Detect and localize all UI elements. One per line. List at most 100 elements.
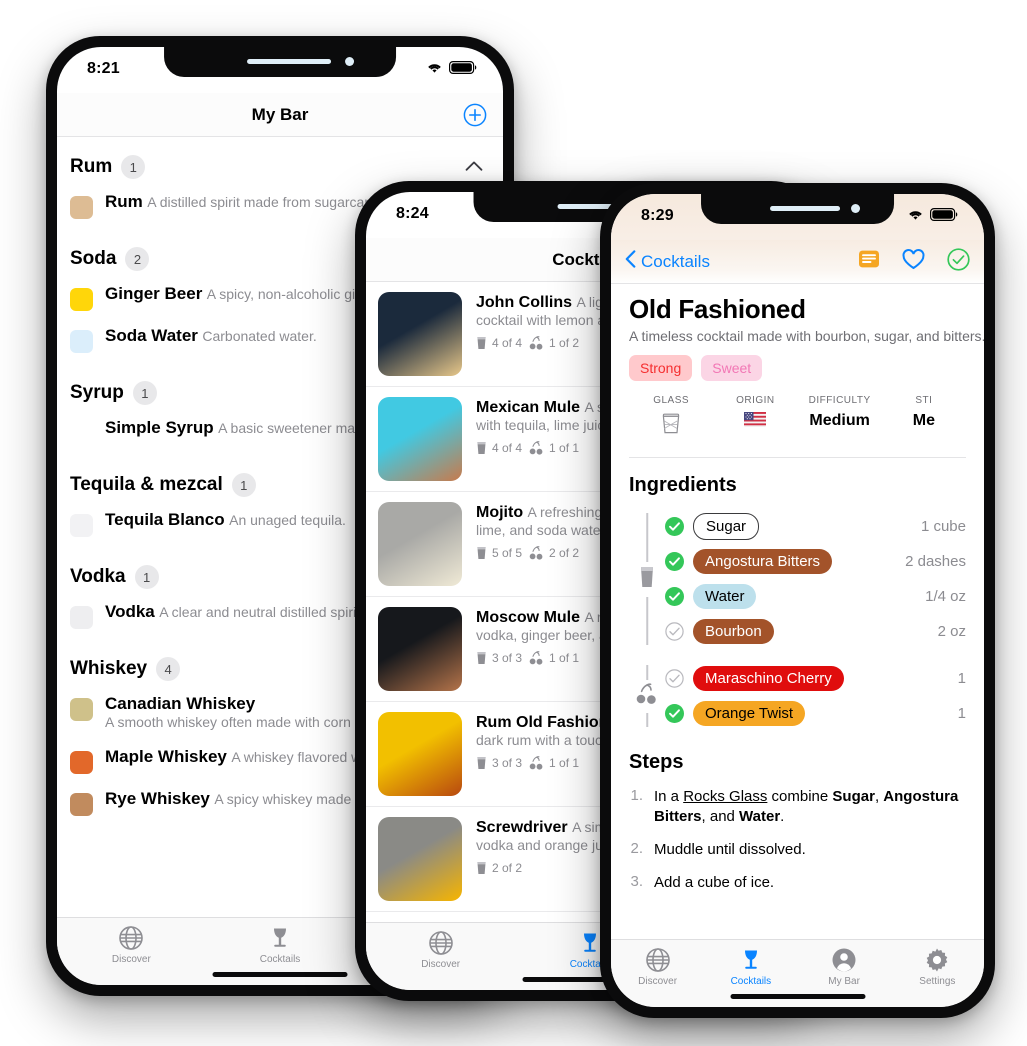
ingredient-count: 3 of 3	[476, 756, 522, 770]
ingredient-pill[interactable]: Orange Twist	[693, 701, 806, 726]
notch	[164, 47, 396, 77]
group-count-badge: 1	[121, 155, 146, 179]
screen-detail: 8:29 Cocktails Old Fashioned A timeless …	[611, 194, 984, 1007]
ingredient-description: An unaged tequila.	[229, 512, 346, 528]
group-count-badge: 2	[125, 247, 150, 271]
ingredient-name: Maple Whiskey	[105, 747, 227, 766]
cocktail-thumbnail	[378, 292, 462, 376]
steps-list: 1. In a Rocks Glass combine Sugar, Angos…	[629, 787, 966, 893]
check-empty-icon[interactable]	[665, 622, 684, 641]
step-number: 2.	[630, 839, 643, 857]
detail-body: Old Fashioned A timeless cocktail made w…	[611, 284, 984, 893]
ingredient-amount: 1	[957, 705, 966, 722]
ingredient-item[interactable]: Water 1/4 oz	[665, 579, 966, 614]
ingredient-item[interactable]: Orange Twist 1	[665, 696, 966, 731]
tab-label: Settings	[919, 976, 956, 987]
ingredient-name: Simple Syrup	[105, 418, 214, 437]
tab-cocktails[interactable]: Cocktails	[206, 925, 355, 965]
color-swatch	[70, 751, 93, 774]
cocktail-name: Mexican Mule	[476, 399, 581, 416]
home-indicator	[212, 972, 348, 977]
step-item: 2. Muddle until dissolved.	[629, 840, 966, 860]
step-number: 3.	[630, 872, 643, 890]
status-bar: 8:21	[57, 47, 503, 93]
tab-discover[interactable]: Discover	[57, 925, 206, 965]
ingredient-count: 5 of 5	[476, 546, 522, 560]
chevron-up-icon[interactable]	[465, 159, 483, 177]
ingredient-amount: 1	[957, 670, 966, 687]
garnish-count: 1 of 2	[529, 336, 579, 350]
detail-nav-bar: Cocktails	[611, 240, 984, 284]
back-button[interactable]: Cocktails	[625, 250, 710, 273]
tab-label: My Bar	[828, 976, 860, 987]
group-title: Syrup	[70, 382, 124, 403]
tab-discover[interactable]: Discover	[611, 947, 704, 987]
tab-label: Discover	[638, 976, 678, 987]
group-title: Whiskey	[70, 658, 148, 679]
color-swatch	[70, 196, 93, 219]
meta-label: DIFFICULTY	[808, 395, 871, 406]
ingredient-pill[interactable]: Angostura Bitters	[693, 549, 833, 574]
ingredient-name: Vodka	[105, 602, 155, 621]
meta-label: STI	[915, 395, 933, 406]
tab-my-bar[interactable]: My Bar	[798, 947, 891, 987]
notch	[700, 194, 895, 224]
group-count-badge: 1	[231, 473, 256, 497]
ingredient-amount: 1 cube	[920, 518, 966, 535]
meta-column: STI Me	[882, 395, 966, 441]
ingredient-item[interactable]: Angostura Bitters 2 dashes	[665, 544, 966, 579]
status-bar: 8:29	[611, 194, 984, 240]
ingredient-item[interactable]: Maraschino Cherry 1	[665, 661, 966, 696]
tab-label: Discover	[111, 954, 151, 965]
heart-icon[interactable]	[902, 248, 925, 275]
check-filled-icon[interactable]	[665, 704, 684, 723]
ingredient-group-header[interactable]: Rum 1	[57, 137, 503, 187]
globe-icon	[428, 930, 454, 956]
cherries-icon	[635, 679, 659, 713]
flavor-tag[interactable]: Strong	[629, 355, 693, 381]
ingredient-rows: Maraschino Cherry 1 Orange Twist 1	[665, 661, 966, 731]
group-title: Soda	[70, 248, 117, 269]
group-title: Tequila & mezcal	[70, 474, 223, 495]
ingredient-name: Rye Whiskey	[105, 789, 210, 808]
check-filled-icon[interactable]	[665, 517, 684, 536]
ingredient-rail	[629, 661, 665, 731]
ingredients-heading: Ingredients	[629, 474, 737, 496]
meta-column: DIFFICULTY Medium	[798, 395, 882, 441]
ingredient-pill[interactable]: Water	[693, 584, 757, 609]
home-indicator	[730, 994, 865, 999]
ingredient-pill[interactable]: Maraschino Cherry	[693, 666, 844, 691]
cocktail-name: Screwdriver	[476, 819, 568, 836]
color-swatch	[70, 606, 93, 629]
tab-cocktails[interactable]: Cocktails	[704, 947, 797, 987]
ingredient-item[interactable]: Bourbon 2 oz	[665, 614, 966, 649]
cocktail-glass-icon	[267, 925, 293, 951]
phone-cocktail-detail: 8:29 Cocktails Old Fashioned A timeless …	[600, 183, 995, 1018]
check-filled-icon[interactable]	[665, 587, 684, 606]
step-text: In a Rocks Glass combine Sugar, Angostur…	[654, 788, 959, 825]
back-label: Cocktails	[641, 251, 710, 271]
us-flag-icon	[744, 412, 767, 432]
ingredient-description: Carbonated water.	[202, 328, 317, 344]
ingredient-pill[interactable]: Bourbon	[693, 619, 774, 644]
ingredient-group: Sugar 1 cube Angostura Bitters 2 dashes …	[629, 509, 966, 649]
flavor-tag-list: Strong Sweet	[629, 355, 966, 381]
ingredient-name: Tequila Blanco	[105, 510, 225, 529]
meta-value: Medium	[809, 412, 870, 429]
notes-icon[interactable]	[858, 249, 880, 274]
status-time: 8:29	[641, 207, 674, 224]
group-title: Vodka	[70, 566, 126, 587]
flavor-tag[interactable]: Sweet	[701, 355, 763, 381]
check-circle-icon[interactable]	[947, 247, 970, 276]
ingredient-pill[interactable]: Sugar	[693, 513, 760, 540]
ingredient-count: 4 of 4	[476, 336, 522, 350]
check-empty-icon[interactable]	[665, 669, 684, 688]
check-filled-icon[interactable]	[665, 552, 684, 571]
ingredient-item[interactable]: Sugar 1 cube	[665, 509, 966, 544]
add-icon[interactable]	[463, 103, 487, 127]
ingredient-count: 4 of 4	[476, 441, 522, 455]
ingredient-amount: 2 dashes	[905, 553, 966, 570]
cocktail-glass-icon	[738, 947, 764, 973]
tab-discover[interactable]: Discover	[366, 930, 515, 970]
tab-settings[interactable]: Settings	[891, 947, 984, 987]
